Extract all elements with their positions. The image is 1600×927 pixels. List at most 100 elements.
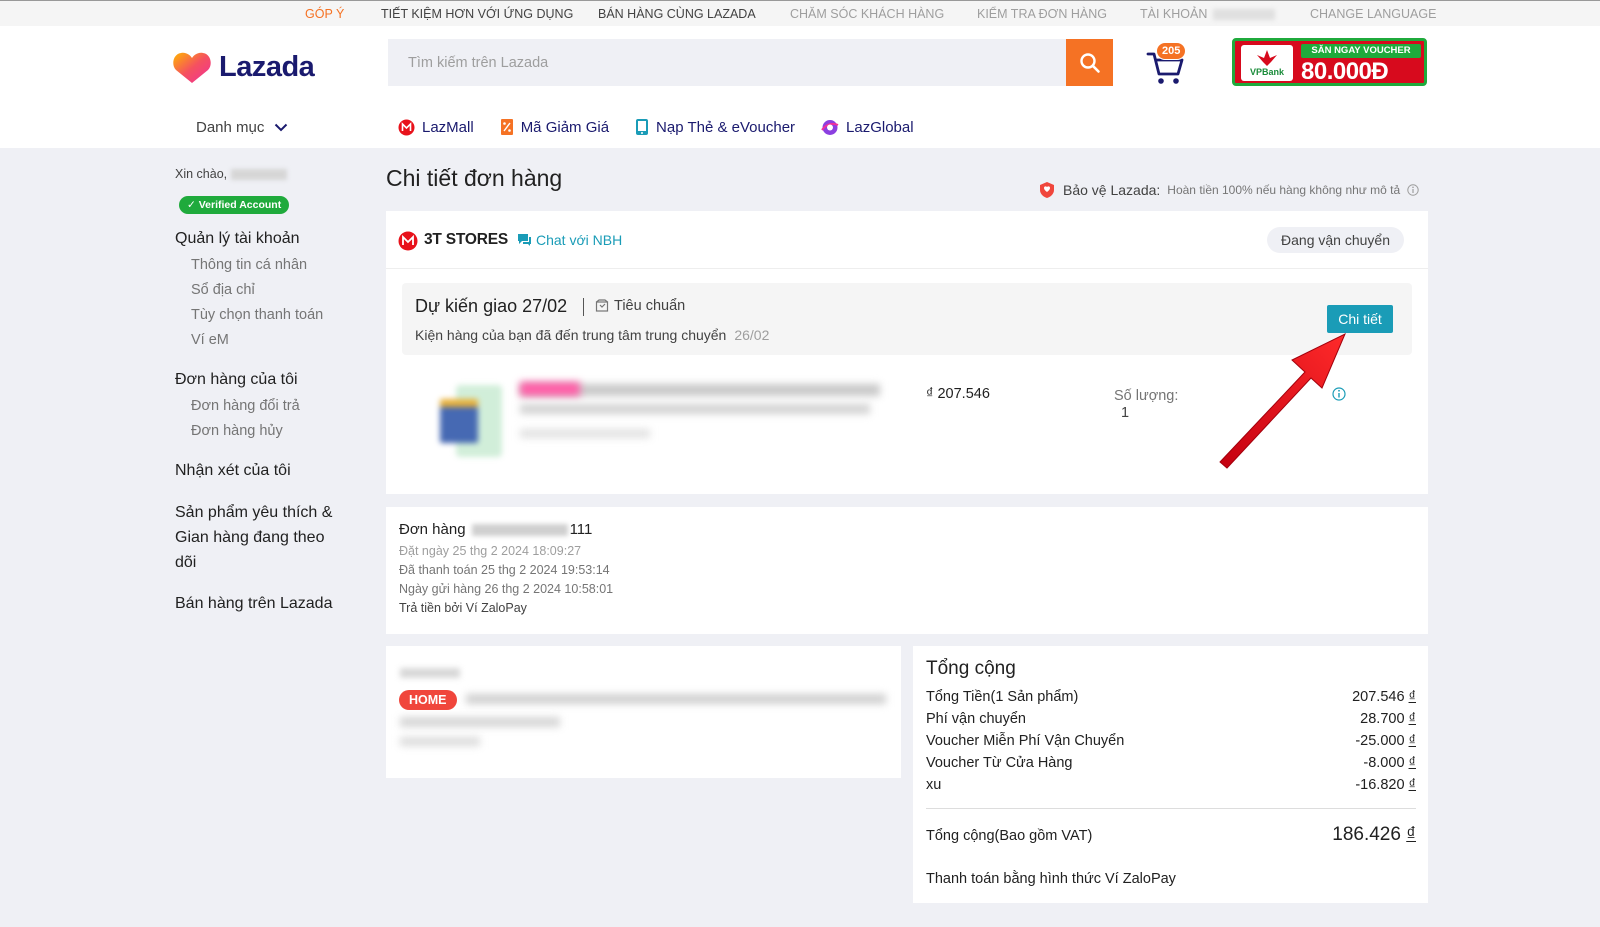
phone-blurred — [400, 737, 480, 746]
search-input[interactable] — [388, 39, 1028, 86]
shipping-address-panel: HOME — [386, 646, 901, 778]
summary-divider — [926, 808, 1416, 809]
summary-row-shipping-voucher: Voucher Miễn Phí Vận Chuyển -25.000 ₫ — [926, 733, 1416, 749]
product-variant-blurred — [520, 429, 650, 438]
account-label: TÀI KHOẢN — [1140, 7, 1208, 21]
sidebar-account-management[interactable]: Quản lý tài khoản — [175, 230, 300, 248]
sidebar-sell-on-lazada[interactable]: Bán hàng trên Lazada — [175, 595, 332, 613]
save-app-link[interactable]: TIẾT KIỆM HƠN VỚI ỨNG DỤNG — [381, 7, 573, 21]
store-name[interactable]: 3T STORES — [424, 231, 508, 249]
product-tag-blurred — [520, 382, 580, 396]
vpbank-voucher-banner[interactable]: VPBank SĂN NGAY VOUCHER 80.000Đ — [1232, 38, 1427, 86]
summary-value: -16.820 ₫ — [1355, 777, 1416, 793]
info-icon[interactable] — [1407, 184, 1419, 196]
lazada-logo[interactable]: Lazada — [173, 50, 315, 84]
chat-seller-button[interactable]: Chat với NBH — [517, 232, 622, 248]
account-link[interactable]: TÀI KHOẢN — [1140, 7, 1276, 21]
greeting: Xin chào, — [175, 167, 288, 181]
home-address-badge: HOME — [399, 690, 457, 710]
product-image-blurred[interactable] — [426, 379, 506, 459]
product-title-line2-blurred — [520, 404, 870, 414]
summary-value: -25.000 ₫ — [1355, 733, 1416, 749]
summary-label: xu — [926, 777, 942, 793]
summary-label: Tổng Tiền(1 Sản phẩm) — [926, 689, 1079, 705]
nav-lazglobal-label: LazGlobal — [846, 118, 914, 136]
sidebar-my-orders[interactable]: Đơn hàng của tôi — [175, 371, 298, 389]
sell-link[interactable]: BÁN HÀNG CÙNG LAZADA — [598, 7, 756, 21]
address-line2-blurred — [400, 717, 560, 727]
order-number: Đơn hàng 111 — [399, 521, 592, 538]
delivery-message-date: 26/02 — [734, 327, 770, 343]
summary-label: Voucher Miễn Phí Vận Chuyển — [926, 733, 1125, 749]
customer-care-link[interactable]: CHĂM SÓC KHÁCH HÀNG — [790, 7, 944, 21]
order-label: Đơn hàng — [399, 521, 466, 538]
chat-label: Chat với NBH — [536, 232, 623, 248]
sidebar-item-returns[interactable]: Đơn hàng đổi trả — [191, 398, 300, 414]
sidebar-item-cancellations[interactable]: Đơn hàng hủy — [191, 423, 283, 439]
vpbank-label: VPBank — [1249, 67, 1284, 77]
nav-vouchers-label: Mã Giảm Giá — [520, 118, 610, 136]
track-order-link[interactable]: KIỂM TRA ĐƠN HÀNG — [977, 7, 1107, 21]
lazada-protection: Bảo vệ Lazada: Hoàn tiền 100% nếu hàng k… — [1038, 181, 1419, 199]
phone-card-icon — [636, 119, 649, 135]
voucher-amount: 80.000Đ — [1301, 58, 1389, 85]
greeting-label: Xin chào, — [175, 167, 228, 181]
status-badge: Đang vận chuyển — [1267, 227, 1404, 253]
summary-row-coins: xu -16.820 ₫ — [926, 777, 1416, 793]
lazmall-store-icon — [398, 231, 418, 251]
verified-label: Verified Account — [198, 199, 282, 211]
header: Lazada 205 VPBank SĂN NGAY VOUCHER 80.00… — [0, 26, 1600, 148]
categories-label: Danh mục — [196, 119, 265, 136]
summary-title: Tổng cộng — [926, 658, 1016, 679]
sidebar-wishlist-line2[interactable]: Gian hàng đang theo — [175, 529, 324, 547]
delivery-type-label: Tiêu chuẩn — [614, 298, 686, 314]
logo-text: Lazada — [219, 50, 315, 83]
sidebar-item-address-book[interactable]: Sổ địa chỉ — [191, 282, 255, 298]
nav-lazmall[interactable]: LazMall — [398, 118, 474, 136]
sidebar-wishlist-line1[interactable]: Sản phẩm yêu thích & — [175, 504, 332, 522]
user-name-blurred — [231, 169, 288, 181]
order-summary-panel: Tổng cộng Tổng Tiền(1 Sản phẩm) 207.546 … — [913, 646, 1428, 903]
protection-desc: Hoàn tiền 100% nếu hàng không như mô tả — [1167, 183, 1401, 197]
lazmall-icon — [398, 119, 415, 135]
cart-count-badge: 205 — [1156, 42, 1187, 60]
delivery-type: Tiêu chuẩn — [595, 298, 685, 314]
delivery-message: Kiện hàng của bạn đã đến trung tâm trung… — [415, 327, 769, 343]
summary-value: -8.000 ₫ — [1363, 755, 1416, 771]
order-info-panel: Đơn hàng 111 Đặt ngày 25 thg 2 2024 18:09… — [386, 507, 1428, 634]
sidebar-wishlist-line3[interactable]: dõi — [175, 554, 196, 572]
product-price: ₫ 207.546 — [926, 386, 990, 402]
feedback-link[interactable]: GÓP Ý — [305, 7, 344, 21]
shield-icon — [1040, 182, 1054, 198]
order-id-suffix: 111 — [569, 521, 593, 538]
summary-value: 28.700 ₫ — [1360, 711, 1416, 727]
protection-label: Bảo vệ Lazada: — [1063, 182, 1161, 198]
nav-lazglobal[interactable]: LazGlobal — [821, 118, 914, 136]
payment-method: Thanh toán bằng hình thức Ví ZaloPay — [926, 871, 1176, 887]
summary-value: 207.546 ₫ — [1352, 689, 1416, 705]
sidebar-my-reviews[interactable]: Nhận xét của tôi — [175, 462, 291, 480]
store-row: 3T STORES Chat với NBH Đang vận chuyển — [386, 211, 1428, 269]
nav-topup[interactable]: Nạp Thẻ & eVoucher — [635, 118, 795, 136]
search-button[interactable] — [1066, 39, 1113, 86]
delivery-box: Dự kiến giao 27/02 Tiêu chuẩn Kiện hàng … — [402, 283, 1412, 355]
vpbank-star-icon — [1257, 50, 1277, 66]
summary-label: Voucher Từ Cửa Hàng — [926, 755, 1073, 771]
voucher-icon — [500, 119, 513, 135]
sidebar-item-payment-options[interactable]: Tùy chọn thanh toán — [191, 307, 323, 323]
product-info-icon[interactable] — [1332, 387, 1346, 401]
summary-row-shipping: Phí vận chuyển 28.700 ₫ — [926, 711, 1416, 727]
voucher-headline: SĂN NGAY VOUCHER — [1301, 44, 1421, 58]
total-label: Tổng cộng(Bao gồm VAT) — [926, 828, 1093, 844]
categories-menu[interactable]: Danh mục — [196, 119, 288, 136]
quantity-value: 1 — [1121, 405, 1130, 421]
tracking-detail-button[interactable]: Chi tiết — [1327, 305, 1393, 333]
change-language-link[interactable]: CHANGE LANGUAGE — [1310, 7, 1436, 21]
sidebar-item-profile[interactable]: Thông tin cá nhân — [191, 257, 307, 273]
recipient-name-blurred — [400, 668, 460, 678]
sidebar-item-wallet[interactable]: Ví eM — [191, 332, 229, 348]
nav-vouchers[interactable]: Mã Giảm Giá — [500, 118, 609, 136]
chat-icon — [518, 234, 531, 246]
delivery-message-text: Kiện hàng của bạn đã đến trung tâm trung… — [415, 327, 727, 343]
summary-row-subtotal: Tổng Tiền(1 Sản phẩm) 207.546 ₫ — [926, 689, 1416, 705]
